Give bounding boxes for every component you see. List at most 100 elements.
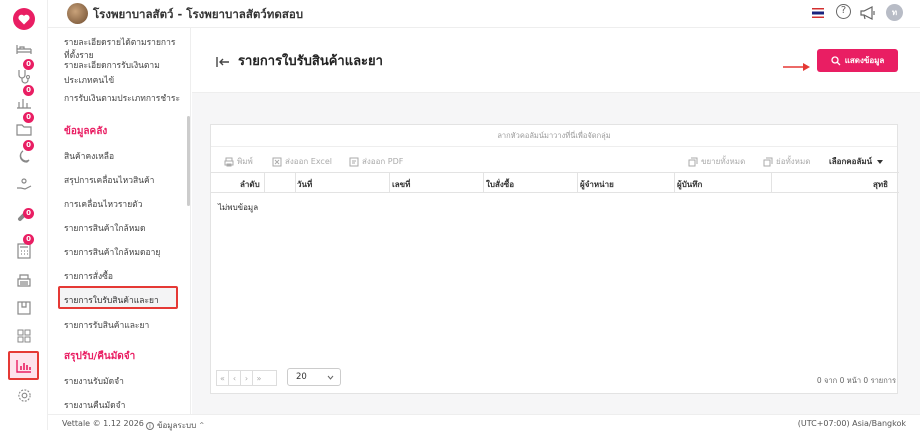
grid-header-row bbox=[211, 172, 899, 193]
grid-icon[interactable] bbox=[12, 324, 36, 348]
column-divider bbox=[389, 173, 390, 192]
export-pdf-button[interactable]: ส่งออก PDF bbox=[349, 155, 403, 168]
column-header-net[interactable]: สุทธิ bbox=[873, 178, 888, 191]
caret-down-icon bbox=[877, 159, 884, 164]
package-icon[interactable] bbox=[12, 296, 36, 320]
submenu-item-goods-received[interactable]: รายการรับสินค้าและยา bbox=[64, 318, 149, 332]
submenu-item[interactable]: รายละเอียดการรับเงินตาม bbox=[64, 58, 160, 72]
collapse-icon bbox=[763, 157, 773, 166]
rail-badge: 0 bbox=[23, 59, 34, 70]
expand-all-button[interactable]: ขยายทั้งหมด bbox=[688, 155, 745, 168]
column-header-doc-no[interactable]: เลขที่ bbox=[392, 178, 410, 191]
group-panel[interactable]: ลากหัวคอลัมน์มาวางที่นี่เพื่อจัดกลุ่ม bbox=[211, 125, 897, 147]
collapse-sidebar-icon[interactable] bbox=[216, 53, 230, 72]
clinic-avatar bbox=[67, 3, 88, 24]
megaphone-icon[interactable] bbox=[860, 5, 876, 24]
hospital-title: โรงพยาบาลสัตว์ - โรงพยาบาลสัตว์ทดสอบ bbox=[93, 7, 304, 21]
help-icon[interactable]: ? bbox=[836, 4, 851, 19]
gear-icon[interactable] bbox=[12, 383, 36, 407]
last-page-button[interactable]: » bbox=[253, 371, 265, 385]
collapse-all-button[interactable]: ย่อทั้งหมด bbox=[763, 155, 810, 168]
main-content: รายการใบรับสินค้าและยา แสดงข้อมูล ลากหัว… bbox=[192, 28, 920, 414]
bed-icon[interactable] bbox=[12, 37, 36, 61]
column-header-supplier[interactable]: ผู้จำหน่าย bbox=[580, 178, 614, 191]
system-info-link[interactable]: i ข้อมูลระบบ ^ bbox=[146, 419, 204, 432]
choose-columns-label: เลือกคอลัมน์ bbox=[829, 157, 873, 166]
first-page-button[interactable]: « bbox=[217, 371, 229, 385]
show-data-button[interactable]: แสดงข้อมูล bbox=[817, 49, 898, 72]
column-header-date[interactable]: วันที่ bbox=[297, 178, 312, 191]
app-logo-icon[interactable] bbox=[13, 8, 35, 30]
submenu-scrollbar[interactable] bbox=[187, 116, 190, 206]
submenu-item-movement-summary[interactable]: สรุปการเคลื่อนไหวสินค้า bbox=[64, 173, 154, 187]
page-size-value: 20 bbox=[296, 372, 307, 382]
submenu-item-deposit-returned[interactable]: รายงานคืนมัดจำ bbox=[64, 398, 125, 412]
export-pdf-label: ส่งออก PDF bbox=[362, 157, 404, 166]
top-bar: โรงพยาบาลสัตว์ - โรงพยาบาลสัตว์ทดสอบ ? ท bbox=[48, 0, 920, 28]
info-icon: i bbox=[146, 421, 154, 430]
arrow-indicator bbox=[783, 56, 811, 75]
submenu-item[interactable]: ประเภทคนไข้ bbox=[64, 73, 114, 87]
icon-rail: 0 0 0 0 0 0 bbox=[0, 0, 48, 430]
export-excel-button[interactable]: ส่งออก Excel bbox=[272, 155, 332, 168]
column-divider bbox=[264, 173, 265, 192]
rail-badge: 0 bbox=[23, 140, 34, 151]
column-header-no[interactable]: ลำดับ bbox=[240, 178, 260, 191]
column-divider bbox=[295, 173, 296, 192]
next-page-button[interactable]: › bbox=[241, 371, 253, 385]
chevron-down-icon bbox=[327, 375, 334, 380]
collapse-all-label: ย่อทั้งหมด bbox=[776, 157, 811, 166]
search-icon bbox=[831, 55, 841, 65]
expand-icon bbox=[688, 157, 698, 166]
section-deposit-heading: สรุปรับ/คืนมัดจำ bbox=[64, 351, 136, 362]
group-hint: ลากหัวคอลัมน์มาวางที่นี่เพื่อจัดกลุ่ม bbox=[497, 130, 611, 140]
footer: Vettale © 1.12 2026 i ข้อมูลระบบ ^ (UTC+… bbox=[48, 414, 920, 430]
rail-badge: 0 bbox=[23, 85, 34, 96]
submenu-item-goods-receipt-active[interactable]: รายการใบรับสินค้าและยา bbox=[58, 286, 178, 309]
column-divider bbox=[674, 173, 675, 192]
hand-pay-icon[interactable] bbox=[12, 172, 36, 196]
show-data-label: แสดงข้อมูล bbox=[844, 56, 885, 65]
excel-icon bbox=[272, 157, 282, 166]
submenu-item-near-out-of-stock[interactable]: รายการสินค้าใกล้หมด bbox=[64, 221, 146, 235]
report-icon-selected[interactable] bbox=[8, 351, 39, 380]
system-info-label: ข้อมูลระบบ bbox=[157, 421, 197, 430]
export-excel-label: ส่งออก Excel bbox=[285, 157, 332, 166]
column-header-recorder[interactable]: ผู้บันทึก bbox=[677, 178, 702, 191]
pager-info: 0 จาก 0 หน้า 0 รายการ bbox=[816, 376, 896, 385]
pdf-icon bbox=[349, 157, 359, 166]
timezone: (UTC+07:00) Asia/Bangkok bbox=[797, 419, 906, 428]
rail-badge: 0 bbox=[23, 112, 34, 123]
submenu-item-near-expiry[interactable]: รายการสินค้าใกล้หมดอายุ bbox=[64, 245, 160, 259]
print-button[interactable]: พิมพ์ bbox=[224, 155, 253, 168]
submenu-item-deposit-received[interactable]: รายงานรับมัดจำ bbox=[64, 374, 124, 388]
choose-columns-button[interactable]: เลือกคอลัมน์ bbox=[829, 155, 885, 168]
printer-icon bbox=[224, 157, 234, 166]
submenu-item-stock-balance[interactable]: สินค้าคงเหลือ bbox=[64, 149, 114, 163]
pager-nav: « ‹ › » bbox=[216, 370, 277, 386]
no-data-message: ไม่พบข้อมูล bbox=[218, 203, 259, 212]
submenu-item[interactable]: การรับเงินตามประเภทการชำระ bbox=[64, 91, 180, 105]
submenu-item-movement-per-item[interactable]: การเคลื่อนไหวรายตัว bbox=[64, 197, 142, 211]
page-title: รายการใบรับสินค้าและยา bbox=[238, 54, 383, 69]
expand-all-label: ขยายทั้งหมด bbox=[701, 157, 746, 166]
submenu-item[interactable]: รายละเอียดรายได้ตามรายการ bbox=[64, 35, 175, 49]
prev-page-button[interactable]: ‹ bbox=[229, 371, 241, 385]
page-size-select[interactable]: 20 bbox=[287, 368, 341, 386]
column-divider bbox=[577, 173, 578, 192]
chevron-up-icon: ^ bbox=[199, 422, 205, 429]
rail-badge: 0 bbox=[23, 234, 34, 245]
thai-flag-icon[interactable] bbox=[812, 8, 824, 18]
rail-badge: 0 bbox=[23, 208, 34, 219]
column-divider bbox=[771, 173, 772, 192]
app-version: Vettale © 1.12 2026 bbox=[62, 419, 144, 428]
report-submenu: รายละเอียดรายได้ตามรายการ ที่ตั้งราย ราย… bbox=[48, 28, 191, 414]
section-stock-heading: ข้อมูลคลัง bbox=[64, 126, 108, 137]
user-avatar[interactable]: ท bbox=[886, 4, 903, 21]
column-header-po[interactable]: ใบสั่งซื้อ bbox=[486, 178, 514, 191]
cash-register-icon[interactable] bbox=[12, 268, 36, 292]
print-label: พิมพ์ bbox=[237, 157, 253, 166]
submenu-item-purchase-orders[interactable]: รายการสั่งซื้อ bbox=[64, 269, 113, 283]
column-divider bbox=[483, 173, 484, 192]
submenu-item-label: รายการใบรับสินค้าและยา bbox=[64, 296, 159, 306]
